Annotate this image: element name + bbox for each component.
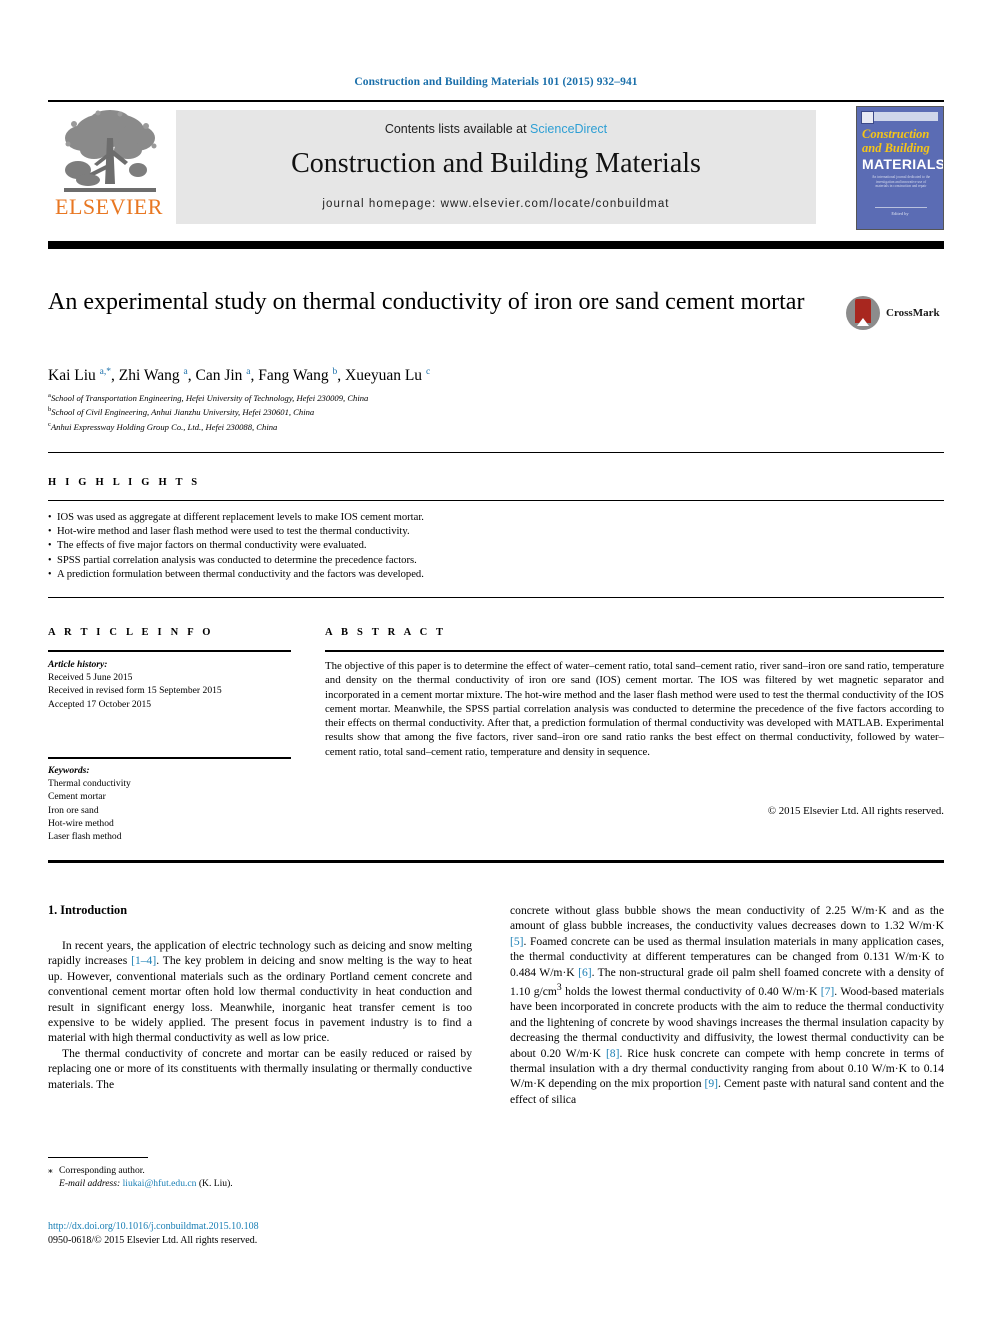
crossmark-arrow-shape (857, 318, 869, 326)
keyword-item: Thermal conductivity (48, 778, 131, 790)
body-column-left: In recent years, the application of elec… (48, 938, 472, 1092)
article-history: Article history: Received 5 June 2015 Re… (48, 658, 293, 711)
journal-title: Construction and Building Materials (291, 148, 701, 179)
section-title-introduction: 1. Introduction (48, 903, 128, 917)
keyword-item: Cement mortar (48, 791, 106, 803)
crossmark-label: CrossMark (886, 307, 940, 319)
abstract-rule (325, 650, 944, 652)
sciencedirect-link[interactable]: ScienceDirect (530, 122, 607, 136)
article-page: Construction and Building Materials 101 … (0, 0, 992, 1323)
highlight-item: Hot-wire method and laser flash method w… (48, 525, 748, 539)
article-history-item: Received 5 June 2015 (48, 672, 133, 684)
article-info-heading: A R T I C L E I N F O (48, 627, 214, 638)
contents-lists-line: Contents lists available at ScienceDirec… (176, 122, 816, 136)
highlight-item: The effects of five major factors on the… (48, 539, 748, 553)
keyword-item: Hot-wire method (48, 817, 114, 829)
running-head: Construction and Building Materials 101 … (354, 76, 638, 88)
cover-title-line-3: MATERIALS (862, 156, 944, 172)
journal-masthead: ELSEVIER Contents lists available at Sci… (48, 100, 944, 232)
affiliation-text: School of Transportation Engineering, He… (50, 392, 369, 403)
article-history-item: Received in revised form 15 September 20… (48, 685, 222, 697)
issn-copyright-line: 0950-0618/© 2015 Elsevier Ltd. All right… (48, 1235, 258, 1246)
keywords-block: Keywords: Thermal conductivity Cement mo… (48, 764, 293, 843)
contents-lists-prefix: Contents lists available at (384, 122, 531, 136)
email-owner: (K. Liu). (198, 1178, 233, 1190)
crossmark-icon (846, 296, 880, 330)
journal-cover-thumbnail[interactable]: Construction and Building MATERIALS An i… (856, 106, 944, 230)
keywords-label: Keywords: (48, 765, 90, 776)
footnote-rule (48, 1157, 148, 1158)
affiliation-item: cAnhui Expressway Holding Group Co., Ltd… (48, 419, 748, 433)
masthead-top-rule (48, 100, 944, 102)
journal-homepage-link[interactable]: journal homepage: www.elsevier.com/locat… (176, 198, 816, 210)
highlights-bottom-rule (48, 597, 944, 598)
asterisk-icon: ⁎ (48, 1165, 53, 1176)
email-label: E-mail address: (59, 1178, 121, 1190)
corresponding-author-text: Corresponding author. (59, 1165, 145, 1176)
article-history-item: Accepted 17 October 2015 (48, 698, 152, 710)
body-column-right: concrete without glass bubble shows the … (510, 903, 944, 1107)
keyword-item: Iron ore sand (48, 804, 99, 816)
cover-footer-text: Edited by (891, 211, 909, 216)
title-bottom-rule (48, 452, 944, 453)
cover-blurb: An international journal dedicated to th… (871, 175, 931, 189)
doi-link[interactable]: http://dx.doi.org/10.1016/j.conbuildmat.… (48, 1221, 259, 1232)
highlight-item: IOS was used as aggregate at different r… (48, 511, 748, 525)
affiliation-text: School of Civil Engineering, Anhui Jianz… (51, 407, 315, 418)
abstract-copyright: © 2015 Elsevier Ltd. All rights reserved… (767, 805, 944, 817)
abstract-text: The objective of this paper is to determ… (325, 660, 944, 758)
masthead-gray-band: Contents lists available at ScienceDirec… (176, 110, 816, 224)
crossmark-badge[interactable]: CrossMark (846, 296, 946, 332)
affiliation-list: aSchool of Transportation Engineering, H… (48, 390, 748, 433)
cover-footer-rule (875, 207, 927, 208)
article-info-rule (48, 650, 291, 652)
article-history-label: Article history: (48, 659, 108, 670)
corresponding-author-line: ⁎ Corresponding author. (48, 1164, 472, 1177)
elsevier-wordmark: ELSEVIER (55, 194, 163, 219)
highlights-heading: H I G H L I G H T S (48, 477, 201, 488)
affiliation-text: Anhui Expressway Holding Group Co., Ltd.… (50, 421, 278, 432)
abstract-heading: A B S T R A C T (325, 627, 447, 638)
keyword-item: Laser flash method (48, 831, 122, 843)
cover-title-line-2: and Building (862, 141, 930, 155)
cover-corner-mark (861, 111, 874, 124)
keywords-rule (48, 757, 291, 759)
affiliation-item: aSchool of Transportation Engineering, H… (48, 390, 748, 404)
highlights-list: IOS was used as aggregate at different r… (48, 511, 748, 582)
body-paragraph: concrete without glass bubble shows the … (510, 904, 945, 1106)
cover-title-line-1: Construction (862, 127, 930, 141)
elsevier-logo: ELSEVIER (50, 108, 168, 226)
body-paragraph: In recent years, the application of elec… (48, 939, 472, 1045)
email-line: E-mail address: liukai@hfut.edu.cn (K. L… (48, 1177, 472, 1190)
body-paragraph: The thermal conductivity of concrete and… (48, 1046, 472, 1091)
highlights-top-rule (48, 500, 944, 501)
highlight-item: A prediction formulation between thermal… (48, 568, 748, 582)
author-list: Kai Liu a,*, Zhi Wang a, Can Jin a, Fang… (48, 367, 431, 385)
elsevier-tree-icon (64, 110, 157, 192)
affiliation-item: bSchool of Civil Engineering, Anhui Jian… (48, 404, 748, 418)
page-title: An experimental study on thermal conduct… (48, 289, 805, 315)
masthead-black-bar (48, 241, 944, 249)
email-link[interactable]: liukai@hfut.edu.cn (123, 1178, 197, 1189)
footnote-block: ⁎ Corresponding author. E-mail address: … (48, 1164, 472, 1191)
abstract-bottom-rule (48, 860, 944, 863)
highlight-item: SPSS partial correlation analysis was co… (48, 554, 748, 568)
